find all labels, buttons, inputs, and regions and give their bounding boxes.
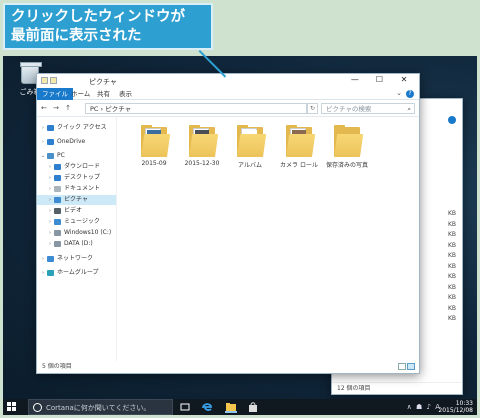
network-icon bbox=[47, 256, 54, 262]
task-view-icon[interactable] bbox=[179, 401, 191, 413]
homegroup-icon bbox=[47, 270, 54, 276]
tab-view[interactable]: 表示 bbox=[115, 88, 136, 100]
download-icon bbox=[54, 164, 61, 170]
folder-icon bbox=[141, 125, 171, 157]
star-icon bbox=[47, 125, 54, 131]
drive-icon bbox=[54, 230, 61, 236]
navigation-pane: › クイック アクセス › OneDrive ⌄ PC › ダウンロード › デスクトップ… bbox=[37, 117, 117, 361]
status-text: 5 個の項目 bbox=[42, 363, 72, 370]
system-tray[interactable]: ∧ ☗ ♪ A bbox=[407, 403, 441, 411]
nav-item-drive-c[interactable]: › Windows10 (C:) bbox=[37, 228, 116, 238]
status-bar: 12 個の項目 bbox=[332, 382, 462, 394]
refresh-icon[interactable]: ↻ bbox=[307, 103, 318, 114]
file-list[interactable]: 2015-09 2015-12-30 アルバム カメラ ロール 保存済みの写真 bbox=[117, 117, 419, 361]
title-bar[interactable]: ピクチャ — ☐ ✕ bbox=[37, 74, 419, 88]
cortana-placeholder: Cortanaに何か聞いてください。 bbox=[46, 404, 151, 412]
quick-access-toolbar[interactable] bbox=[41, 77, 71, 85]
folder-label: 2015-09 bbox=[141, 160, 167, 167]
file-size-column: KB KB KB KB KB KB KB KB KB KB KB bbox=[447, 210, 456, 322]
folder-label: 保存済みの写真 bbox=[325, 162, 368, 169]
nav-item-music[interactable]: › ミュージック bbox=[37, 217, 116, 227]
cloud-icon bbox=[47, 139, 54, 145]
nav-item-pc[interactable]: ⌄ PC bbox=[37, 151, 116, 161]
music-icon bbox=[54, 219, 61, 225]
nav-item-homegroup[interactable]: › ホームグループ bbox=[37, 268, 116, 278]
properties-icon[interactable] bbox=[41, 77, 48, 84]
details-view-icon[interactable] bbox=[398, 363, 406, 370]
network-icon: ☗ bbox=[415, 403, 424, 411]
cortana-search-box[interactable]: Cortanaに何か聞いてください。 bbox=[28, 399, 173, 415]
search-icon: ⌕ bbox=[407, 105, 411, 113]
desktop-icon bbox=[54, 175, 61, 181]
status-bar: 5 個の項目 bbox=[37, 361, 419, 373]
ribbon-tabs: ファイル ホーム 共有 表示 ⌄ ? bbox=[37, 88, 419, 100]
video-icon bbox=[54, 208, 61, 214]
nav-item-network[interactable]: › ネットワーク bbox=[37, 254, 116, 264]
window-controls: — ☐ ✕ bbox=[344, 75, 415, 84]
clock[interactable]: 10:33 2015/12/08 bbox=[438, 400, 473, 414]
folder-label: 2015-12-30 bbox=[184, 160, 220, 167]
maximize-button[interactable]: ☐ bbox=[368, 75, 390, 84]
callout-line-1: クリックしたウィンドウが bbox=[11, 9, 185, 25]
folder-item[interactable]: アルバム bbox=[227, 125, 273, 169]
nav-item-downloads[interactable]: › ダウンロード bbox=[37, 162, 116, 172]
folder-label: アルバム bbox=[238, 162, 262, 169]
nav-item-drive-d[interactable]: › DATA (D:) bbox=[37, 239, 116, 249]
address-path[interactable]: PC › ピクチャ bbox=[85, 103, 307, 114]
callout-box: クリックしたウィンドウが 最前面に表示された bbox=[3, 3, 213, 50]
status-text: 12 個の項目 bbox=[337, 385, 371, 392]
window-title: ピクチャ bbox=[89, 78, 117, 86]
file-explorer-icon[interactable] bbox=[225, 401, 237, 413]
search-input[interactable]: ピクチャの検索 ⌕ bbox=[321, 103, 415, 114]
taskbar: Cortanaに何か聞いてください。 ∧ ☗ ♪ A 10:33 2015/12… bbox=[3, 399, 477, 415]
large-icons-view-icon[interactable] bbox=[407, 363, 415, 370]
folder-icon bbox=[237, 125, 267, 157]
help-icon[interactable] bbox=[448, 116, 456, 124]
folder-label: カメラ ロール bbox=[280, 162, 318, 169]
nav-item-videos[interactable]: › ビデオ bbox=[37, 206, 116, 216]
minimize-button[interactable]: — bbox=[344, 75, 366, 84]
nav-item-onedrive[interactable]: › OneDrive bbox=[37, 137, 116, 147]
navigation-buttons[interactable]: ← → ↑ bbox=[41, 104, 73, 112]
pictures-icon bbox=[54, 197, 61, 203]
clock-date: 2015/12/08 bbox=[438, 407, 473, 414]
tab-share[interactable]: 共有 bbox=[93, 88, 114, 100]
edge-icon[interactable] bbox=[201, 401, 213, 413]
nav-item-pictures[interactable]: › ピクチャ bbox=[37, 195, 116, 205]
help-icon[interactable]: ? bbox=[406, 90, 414, 98]
folder-item[interactable]: カメラ ロール bbox=[276, 125, 322, 169]
new-folder-icon[interactable] bbox=[50, 77, 57, 84]
chevron-up-icon: ∧ bbox=[406, 403, 413, 411]
folder-item[interactable]: 2015-09 bbox=[131, 125, 177, 167]
document-icon bbox=[54, 186, 61, 192]
callout-line-2: 最前面に表示された bbox=[11, 28, 142, 44]
cortana-icon bbox=[33, 403, 42, 412]
explorer-window[interactable]: ピクチャ — ☐ ✕ ファイル ホーム 共有 表示 ⌄ ? ← → ↑ PC ›… bbox=[36, 73, 420, 374]
ribbon-expand-icon[interactable]: ⌄ bbox=[396, 89, 402, 97]
drive-icon bbox=[54, 241, 61, 247]
folder-icon bbox=[334, 125, 364, 157]
address-bar: ← → ↑ PC › ピクチャ ↻ ピクチャの検索 ⌕ bbox=[37, 100, 419, 117]
tab-home[interactable]: ホーム bbox=[67, 88, 94, 100]
start-button[interactable] bbox=[7, 402, 17, 412]
store-icon[interactable] bbox=[247, 401, 259, 413]
folder-item[interactable]: 2015-12-30 bbox=[179, 125, 225, 167]
folder-icon bbox=[286, 125, 316, 157]
folder-icon bbox=[189, 125, 219, 157]
view-toggle bbox=[397, 363, 415, 373]
nav-item-quick-access[interactable]: › クイック アクセス bbox=[37, 123, 116, 133]
search-placeholder: ピクチャの検索 bbox=[326, 105, 372, 113]
nav-item-documents[interactable]: › ドキュメント bbox=[37, 184, 116, 194]
clock-time: 10:33 bbox=[455, 400, 473, 407]
close-button[interactable]: ✕ bbox=[393, 75, 415, 84]
computer-icon bbox=[47, 153, 54, 159]
volume-icon: ♪ bbox=[426, 403, 432, 411]
nav-item-desktop[interactable]: › デスクトップ bbox=[37, 173, 116, 183]
folder-item[interactable]: 保存済みの写真 bbox=[324, 125, 370, 169]
